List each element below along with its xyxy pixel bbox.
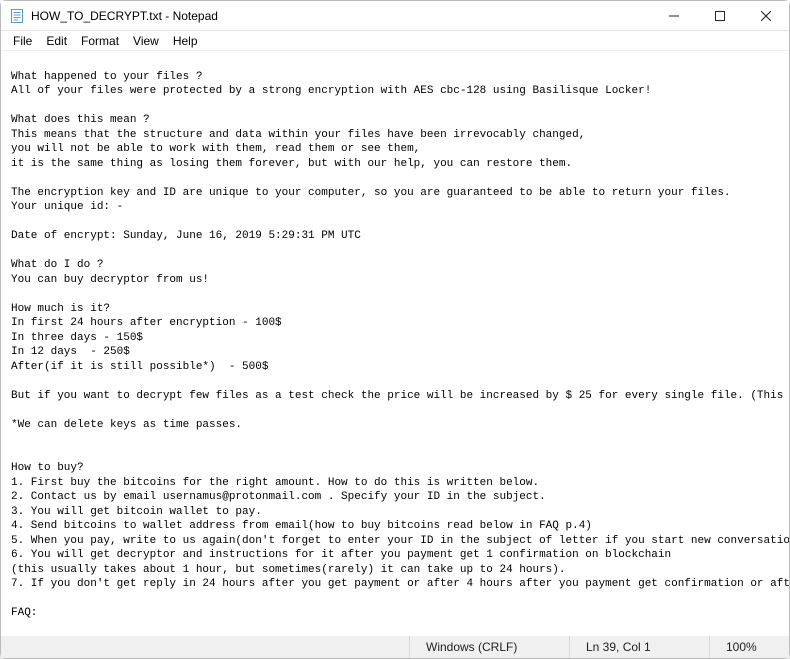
menu-help[interactable]: Help xyxy=(167,33,204,49)
menubar: File Edit Format View Help xyxy=(1,31,789,51)
statusbar: Windows (CRLF) Ln 39, Col 1 100% xyxy=(1,636,789,658)
menu-file[interactable]: File xyxy=(7,33,38,49)
menu-edit[interactable]: Edit xyxy=(40,33,73,49)
menu-format[interactable]: Format xyxy=(75,33,125,49)
status-position: Ln 39, Col 1 xyxy=(569,636,709,658)
window-title: HOW_TO_DECRYPT.txt - Notepad xyxy=(31,9,651,23)
status-line-ending: Windows (CRLF) xyxy=(409,636,569,658)
text-area[interactable]: What happened to your files ? All of you… xyxy=(1,51,789,636)
maximize-button[interactable] xyxy=(697,1,743,30)
close-button[interactable] xyxy=(743,1,789,30)
titlebar: HOW_TO_DECRYPT.txt - Notepad xyxy=(1,1,789,31)
status-spacer xyxy=(1,636,409,658)
minimize-button[interactable] xyxy=(651,1,697,30)
status-zoom: 100% xyxy=(709,636,789,658)
notepad-icon xyxy=(9,8,25,24)
menu-view[interactable]: View xyxy=(127,33,165,49)
window-controls xyxy=(651,1,789,30)
